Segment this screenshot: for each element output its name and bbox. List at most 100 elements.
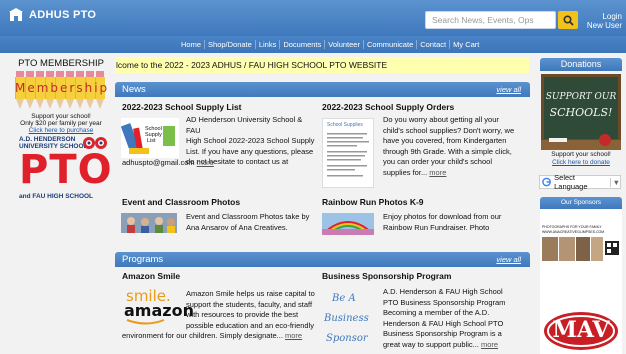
summary-line: Do you worry about getting all your xyxy=(383,115,499,124)
summary-line: Ana Ansarov of Ana Creatives. xyxy=(186,222,288,232)
summary-line: A.D. Henderson & FAU High School xyxy=(383,287,503,296)
more-link[interactable]: more xyxy=(285,331,302,340)
programs-title: Programs xyxy=(122,254,164,265)
article-title-rainbow-run[interactable]: Rainbow Run Photos K-9 xyxy=(322,197,424,207)
supply-orders-thumbnail[interactable]: School Supplies xyxy=(322,118,374,188)
amazon-smile-logo[interactable]: smile. amazon xyxy=(122,287,194,325)
article-summary-rainbow-run: Enjoy photos for download from our Rainb… xyxy=(383,212,523,233)
summary-line: List. If you have any questions, please xyxy=(186,146,314,156)
nav-documents[interactable]: Documents xyxy=(280,40,326,49)
news-view-all-link[interactable]: view all xyxy=(496,85,521,94)
rainbow-run-thumbnail[interactable] xyxy=(321,213,375,236)
news-title: News xyxy=(122,84,146,95)
article-summary-business-sponsorship: A.D. Henderson & FAU High School PTO Bus… xyxy=(383,287,528,350)
summary-line: have you covered, from Kindergarten xyxy=(383,136,507,145)
summary-line: support the students, faculty, and staff xyxy=(186,299,313,309)
sponsor-mav-logo[interactable]: MAV xyxy=(542,311,620,351)
sponsor-photo-url: WWW.ANACREATIVEGLIMPSES.COM xyxy=(542,230,605,234)
supply-orders-thumb-title: School Supplies xyxy=(327,122,363,128)
news-panel-header: News view all xyxy=(115,82,530,97)
summary-line: Amazon Smile helps us raise capital to xyxy=(186,289,315,298)
membership-support-line: Support your school! xyxy=(31,113,91,120)
sponsor-script-line2: Business xyxy=(324,313,369,324)
sponsors-header: Our Sponsors xyxy=(540,197,622,209)
amazon-smile-arrow-icon xyxy=(126,319,165,325)
summary-line: through 9th Grade. With a simple click, xyxy=(383,146,512,156)
search-icon xyxy=(562,14,574,26)
supply-list-thumb-line3: List xyxy=(147,138,156,144)
article-title-event-photos[interactable]: Event and Classroom Photos xyxy=(122,197,240,207)
mav-text: MAV xyxy=(552,317,610,343)
article-summary-amazon-smile-end: environment for our children. Simply des… xyxy=(122,331,302,342)
summary-line: possible education and an eco-friendly xyxy=(186,320,315,330)
support-our-schools-image[interactable]: SUPPORT OUR SCHOOLS! xyxy=(541,74,621,150)
membership-pencils-image[interactable]: Membership xyxy=(15,71,110,111)
summary-line: Rainbow Run Fundraiser. Photo xyxy=(383,222,490,232)
article-title-business-sponsorship[interactable]: Business Sponsorship Program xyxy=(322,271,451,281)
summary-line: environment for our children. Simply des… xyxy=(122,331,283,340)
site-title[interactable]: ADHUS PTO xyxy=(29,9,96,21)
summary-line: Henderson & FAU High School PTO xyxy=(383,318,504,328)
summary-line: Event and Classroom Photos take by xyxy=(186,212,310,221)
programs-view-all-link[interactable]: view all xyxy=(496,255,521,264)
more-link[interactable]: more xyxy=(197,158,214,167)
business-sponsor-image[interactable]: Be A Business Sponsor xyxy=(322,287,374,354)
more-link[interactable]: more xyxy=(481,340,498,349)
donate-link[interactable]: Click here to donate xyxy=(540,159,622,167)
sponsor-ad-photography[interactable]: PHOTOGRAPHS FOR YOUR FAMILY WWW.ANACREAT… xyxy=(542,225,620,267)
main-nav: Home Shop/Donate Links Documents Volunte… xyxy=(178,36,482,53)
nav-home[interactable]: Home xyxy=(178,40,206,49)
summary-line: Enjoy photos for download from our xyxy=(383,212,502,221)
article-summary-event-photos: Event and Classroom Photos take by Ana A… xyxy=(186,212,316,233)
sponsor-script-line3: Sponsor xyxy=(326,333,368,344)
sponsor-script-line1: Be A xyxy=(332,293,356,304)
nav-shop-donate[interactable]: Shop/Donate xyxy=(205,40,256,49)
summary-line: Becoming a member of the A.D. xyxy=(383,308,490,317)
welcome-banner: lcome to the 2022 - 2023 ADHUS / FAU HIG… xyxy=(115,57,529,73)
sponsor-photo-text: PHOTOGRAPHS FOR YOUR FAMILY xyxy=(542,225,602,229)
sponsors-panel: PHOTOGRAPHS FOR YOUR FAMILY WWW.ANACREAT… xyxy=(540,209,622,354)
select-language-label: Select Language xyxy=(554,173,588,191)
nav-my-cart[interactable]: My Cart xyxy=(450,40,482,49)
nav-volunteer[interactable]: Volunteer xyxy=(325,40,364,49)
donate-text: Support your school! Click here to donat… xyxy=(540,151,622,166)
summary-line: child's school supplies? Don't worry, we xyxy=(383,125,515,135)
google-g-icon xyxy=(542,177,551,187)
nav-contact[interactable]: Contact xyxy=(417,40,451,49)
summary-line: AD Henderson University School & FAU xyxy=(186,115,303,135)
pto-logo-line3: and FAU HIGH SCHOOL xyxy=(19,193,94,200)
purchase-membership-link[interactable]: Click here to purchase xyxy=(15,127,107,134)
programs-panel-header: Programs view all xyxy=(115,252,530,267)
donate-support-line: Support your school! xyxy=(551,151,611,158)
new-user-link[interactable]: New User xyxy=(587,21,622,30)
nav-links[interactable]: Links xyxy=(256,40,281,49)
summary-line: High School 2022-2023 School Supply xyxy=(186,136,315,145)
nav-communicate[interactable]: Communicate xyxy=(364,40,418,49)
search-button[interactable] xyxy=(558,11,578,29)
supply-list-thumbnail[interactable]: School Supply List xyxy=(120,118,179,158)
select-language-dropdown[interactable]: Select Language ▼ xyxy=(539,173,621,191)
dropdown-arrow-icon: ▼ xyxy=(609,177,620,187)
left-sidebar: PTO MEMBERSHIP Membership Support your s… xyxy=(15,58,107,134)
summary-line: adhuspto@gmail.com xyxy=(122,158,195,167)
membership-title: PTO MEMBERSHIP xyxy=(18,58,104,69)
article-title-amazon-smile[interactable]: Amazon Smile xyxy=(122,271,180,281)
login-link[interactable]: Login xyxy=(587,12,622,21)
event-photos-thumbnail[interactable] xyxy=(121,213,177,233)
summary-line: great way to support public... xyxy=(383,339,479,349)
summary-line: PTO Business Sponsorship Program xyxy=(383,297,506,307)
summary-line: you can order your child's school xyxy=(383,157,492,166)
pencil-text: Membership xyxy=(15,81,110,95)
donations-header: Donations xyxy=(540,58,622,71)
more-link[interactable]: more xyxy=(429,168,446,177)
article-title-supply-orders[interactable]: 2022-2023 School Supply Orders xyxy=(322,102,454,112)
pto-logo[interactable]: A.D. HENDERSON UNIVERSITY SCHOOL PTO and… xyxy=(19,136,112,206)
account-links: Login New User xyxy=(587,12,622,30)
article-title-supply-list[interactable]: 2022-2023 School Supply List xyxy=(122,102,242,112)
chalk-line1: SUPPORT OUR xyxy=(545,92,617,102)
summary-line: supplies for... xyxy=(383,167,428,177)
article-summary-amazon-smile: Amazon Smile helps us raise capital to s… xyxy=(186,289,326,331)
pto-logo-line1: A.D. HENDERSON xyxy=(19,136,76,143)
search-input[interactable] xyxy=(425,11,556,29)
school-logo-icon[interactable] xyxy=(8,7,26,23)
